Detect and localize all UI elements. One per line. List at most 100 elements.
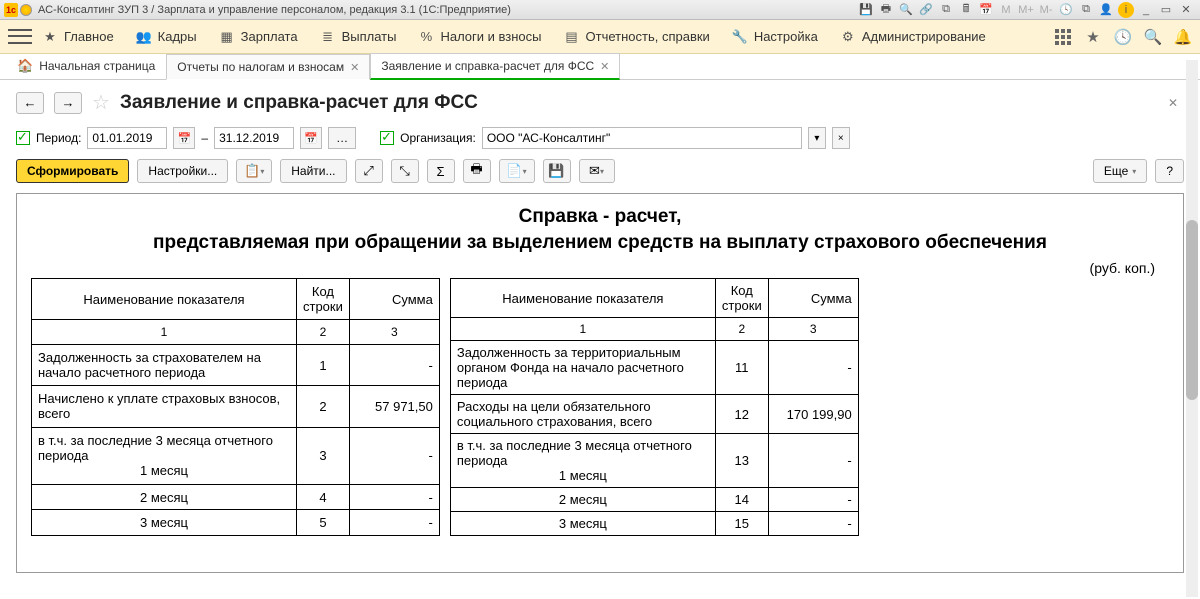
app-logo: 1c (4, 3, 18, 17)
expand-button[interactable]: ⤢ (355, 159, 383, 183)
table-row: в т.ч. за последние 3 месяца отчетного п… (450, 434, 858, 488)
mail-button[interactable]: ✉▾ (579, 159, 615, 183)
calendar-icon[interactable]: 📅 (978, 2, 994, 18)
export-button[interactable]: 📄▾ (499, 159, 535, 183)
windows-icon[interactable]: ⧉ (1078, 2, 1094, 18)
scrollbar-thumb[interactable] (1186, 220, 1198, 400)
table-row: 3 месяц5- (32, 510, 440, 536)
menu-nalogi[interactable]: %Налоги и взносы (418, 29, 541, 45)
generate-button[interactable]: Сформировать (16, 159, 129, 183)
menu-kadry[interactable]: 👥Кадры (136, 29, 197, 45)
search-icon[interactable]: 🔍 (898, 2, 914, 18)
col-code: Код строки (715, 279, 768, 318)
titlebar: 1c АС-Консалтинг ЗУП 3 / Зарплата и упра… (0, 0, 1200, 20)
burger-icon[interactable] (8, 27, 32, 47)
calc-icon[interactable]: 🖩 (958, 2, 974, 18)
page-title: Заявление и справка-расчет для ФСС (120, 92, 478, 114)
nav-fwd[interactable]: → (54, 92, 82, 114)
table-row: 2 месяц14- (450, 488, 858, 512)
nav-back[interactable]: ← (16, 92, 44, 114)
date-to-input[interactable] (214, 127, 294, 149)
page-close-icon[interactable]: ✕ (1168, 96, 1178, 110)
period-select-button[interactable]: … (328, 127, 356, 149)
tab-fss[interactable]: Заявление и справка-расчет для ФСС✕ (370, 53, 620, 80)
period-checkbox[interactable] (16, 131, 30, 145)
save-icon[interactable]: 💾 (858, 2, 874, 18)
tab-reports[interactable]: Отчеты по налогам и взносам✕ (166, 54, 370, 80)
m-icon[interactable]: M (998, 2, 1014, 18)
print-button[interactable]: 🖶 (463, 159, 491, 183)
col-name: Наименование показателя (450, 279, 715, 318)
tab-close-icon[interactable]: ✕ (350, 61, 359, 74)
menu-main[interactable]: ★Главное (42, 29, 114, 45)
menu-admin[interactable]: ⚙Администрирование (840, 29, 986, 45)
link-icon[interactable]: 🔗 (918, 2, 934, 18)
table-row: Начислено к уплате страховых взносов, вс… (32, 386, 440, 427)
period-label: Период: (36, 131, 81, 145)
compare-icon[interactable]: ⧉ (938, 2, 954, 18)
table-row: Задолженность за территориальным органом… (450, 341, 858, 395)
menubar: ★Главное 👥Кадры ▦Зарплата ≣Выплаты %Нало… (0, 20, 1200, 54)
menu-zarplata[interactable]: ▦Зарплата (219, 29, 298, 45)
calendar-from-icon[interactable]: 📅 (173, 127, 195, 149)
m-plus-icon[interactable]: M+ (1018, 2, 1034, 18)
variants-button[interactable]: 📋▾ (236, 159, 272, 183)
tabs: 🏠Начальная страница Отчеты по налогам и … (0, 54, 1200, 80)
print-icon[interactable]: 🖶 (878, 2, 894, 18)
star-icon: ★ (42, 29, 58, 45)
menu-otchet[interactable]: ▤Отчетность, справки (564, 29, 710, 45)
minimize-icon[interactable]: _ (1138, 2, 1154, 18)
star-fav-icon[interactable]: ★ (1084, 28, 1102, 46)
toolbar: Сформировать Настройки... 📋▾ Найти... ⤢ … (0, 153, 1200, 189)
more-button[interactable]: Еще ▾ (1093, 159, 1147, 183)
bell-icon[interactable]: 🔔 (1174, 28, 1192, 46)
history-icon[interactable]: 🕓 (1114, 28, 1132, 46)
table-row: Расходы на цели обязательного социальног… (450, 395, 858, 434)
tab-close-icon[interactable]: ✕ (600, 60, 609, 73)
doc-icon: ▤ (564, 29, 580, 45)
col-sum: Сумма (768, 279, 858, 318)
report-table-right: Наименование показателяКод строкиСумма 1… (450, 278, 859, 536)
org-dropdown-icon[interactable]: ▾ (808, 127, 826, 149)
app-menu-dropdown[interactable] (20, 4, 32, 16)
report-table-left: Наименование показателяКод строкиСумма 1… (31, 278, 440, 536)
org-input[interactable] (482, 127, 802, 149)
apps-icon[interactable] (1054, 28, 1072, 46)
close-icon[interactable]: ✕ (1178, 2, 1194, 18)
collapse-button[interactable]: ⤡ (391, 159, 419, 183)
menu-nastroyka[interactable]: 🔧Настройка (732, 29, 818, 45)
save-report-button[interactable]: 💾 (543, 159, 571, 183)
tab-home[interactable]: 🏠Начальная страница (6, 52, 166, 79)
maximize-icon[interactable]: ▭ (1158, 2, 1174, 18)
percent-icon: % (418, 29, 434, 45)
report-title-2: представляемая при обращении за выделени… (31, 232, 1169, 254)
table-icon: ▦ (219, 29, 235, 45)
info-icon[interactable]: i (1118, 2, 1134, 18)
settings-button[interactable]: Настройки... (137, 159, 228, 183)
table-row: 3 месяц15- (450, 512, 858, 536)
find-button[interactable]: Найти... (280, 159, 346, 183)
fav-star-icon[interactable]: ☆ (92, 90, 110, 115)
col-sum: Сумма (349, 279, 439, 320)
wrench-icon: 🔧 (732, 29, 748, 45)
org-clear-icon[interactable]: × (832, 127, 850, 149)
clock-icon[interactable]: 🕓 (1058, 2, 1074, 18)
col-name: Наименование показателя (32, 279, 297, 320)
search-menu-icon[interactable]: 🔍 (1144, 28, 1162, 46)
menu-vyplaty[interactable]: ≣Выплаты (320, 29, 397, 45)
gear-icon: ⚙ (840, 29, 856, 45)
calendar-to-icon[interactable]: 📅 (300, 127, 322, 149)
org-checkbox[interactable] (380, 131, 394, 145)
report-area: Справка - расчет, представляемая при обр… (16, 193, 1184, 573)
list-icon: ≣ (320, 29, 336, 45)
table-row: 2 месяц4- (32, 484, 440, 509)
sum-button[interactable]: Σ (427, 159, 455, 183)
filters: Период: 📅 – 📅 … Организация: ▾ × (0, 123, 1200, 153)
date-from-input[interactable] (87, 127, 167, 149)
user-icon[interactable]: 👤 (1098, 2, 1114, 18)
org-label: Организация: (400, 131, 476, 145)
help-button[interactable]: ? (1155, 159, 1184, 183)
m-minus-icon[interactable]: M- (1038, 2, 1054, 18)
date-dash: – (201, 131, 208, 145)
scrollbar[interactable] (1186, 60, 1198, 597)
